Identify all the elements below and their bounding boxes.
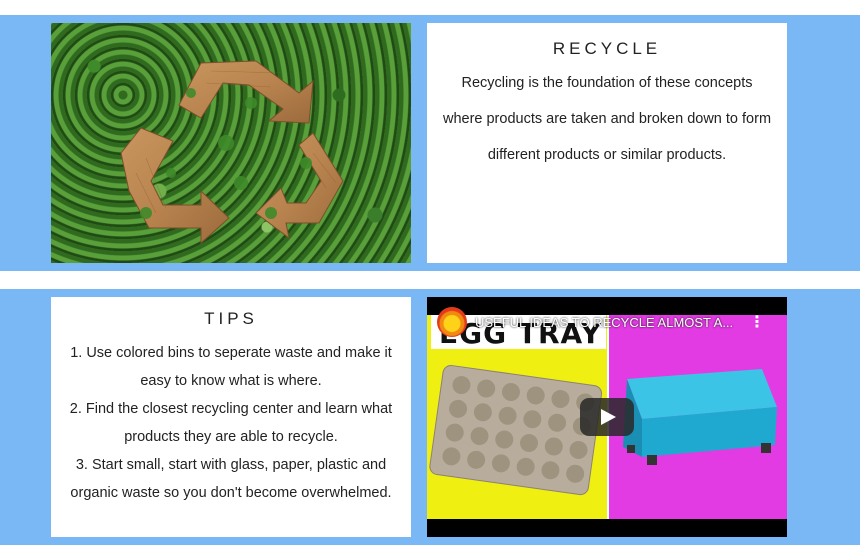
recycle-symbol-graphic — [120, 60, 344, 245]
recycle-symbol-image — [51, 23, 411, 263]
tip-item: 1. Use colored bins to seperate waste an… — [70, 345, 392, 389]
tips-title: TIPS — [204, 309, 258, 328]
tips-card: TIPS 1. Use colored bins to seperate was… — [51, 297, 411, 537]
more-options-icon[interactable]: ⋮ — [749, 315, 765, 331]
tip-item: 3. Start small, start with glass, paper,… — [70, 457, 392, 501]
video-player[interactable]: EGG TRAY USEFUL IDEAS TO RECYCLE ALMOST … — [427, 297, 787, 537]
tip-item: 2. Find the closest recycling center and… — [69, 401, 393, 445]
tips-list: 1. Use colored bins to seperate waste an… — [55, 339, 407, 507]
play-button[interactable] — [580, 398, 634, 436]
recycle-text-line: different products or similar products. — [487, 147, 727, 163]
recycle-text-line: where products are taken and broken down… — [442, 111, 772, 127]
recycle-card: RECYCLE Recycling is the foundation of t… — [427, 23, 787, 263]
tips-section: TIPS 1. Use colored bins to seperate was… — [0, 289, 860, 545]
page: RECYCLE Recycling is the foundation of t… — [0, 0, 860, 556]
channel-avatar-icon[interactable] — [437, 307, 467, 337]
recycle-text-line: Recycling is the foundation of these con… — [461, 75, 753, 91]
video-title[interactable]: USEFUL IDEAS TO RECYCLE ALMOST A... — [475, 315, 733, 330]
recycle-section: RECYCLE Recycling is the foundation of t… — [0, 15, 860, 271]
recycle-title: RECYCLE — [552, 39, 662, 58]
